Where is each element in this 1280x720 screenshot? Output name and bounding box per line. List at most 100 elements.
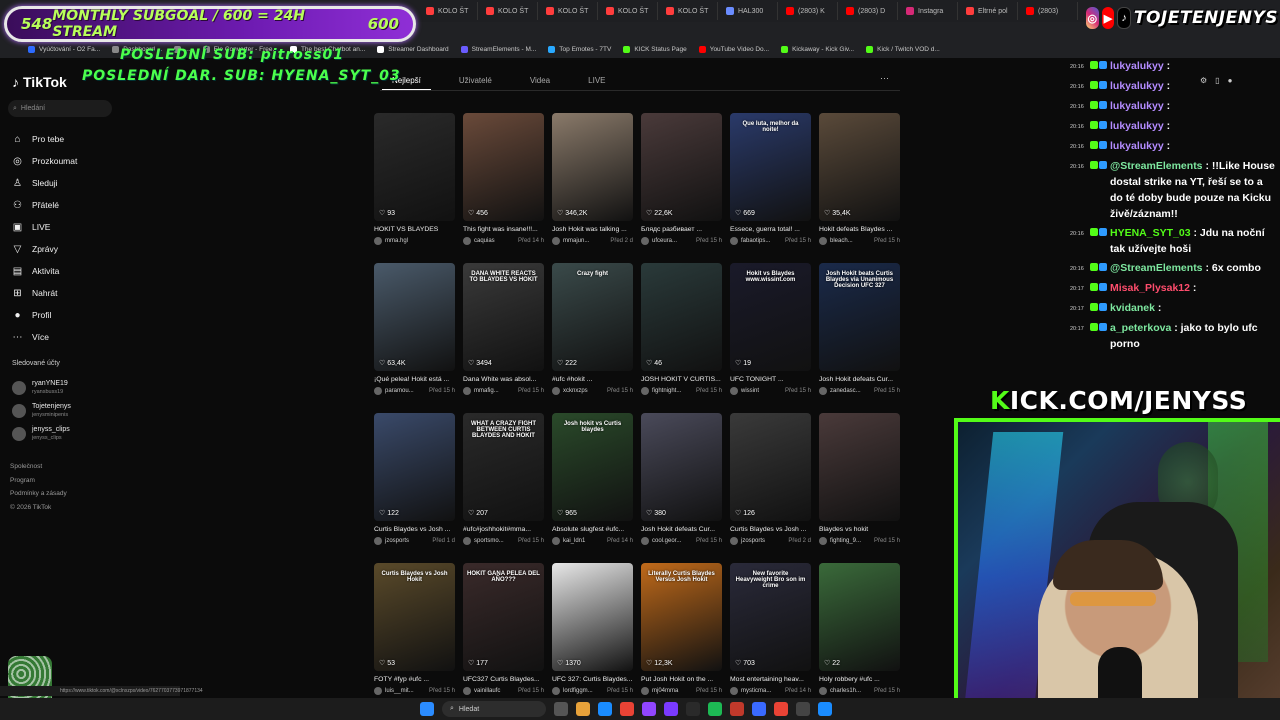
video-author[interactable]: mma.hgl <box>385 238 408 244</box>
video-title[interactable]: Блядс разбивает ... <box>641 226 722 233</box>
followed-account[interactable]: jenyss_clips jenyss_clips <box>12 422 116 445</box>
tab-uživatelé[interactable]: Uživatelé <box>459 70 492 90</box>
video-author[interactable]: xcknxzps <box>563 388 588 394</box>
search-input[interactable]: ⌕ Hledání <box>8 100 112 117</box>
video-author[interactable]: lordfiggm... <box>563 688 593 694</box>
chat-user-icon[interactable]: ● <box>1228 76 1233 85</box>
video-title[interactable]: HOKIT VS BLAYDES <box>374 226 455 233</box>
video-card[interactable]: Curtis Blaydes vs Josh Hokit ♡ 53 FOTY #fy… <box>374 563 455 713</box>
video-thumbnail[interactable]: ♡ 93 <box>374 113 455 221</box>
chat-username[interactable]: Misak_Plysak12 <box>1110 282 1190 294</box>
video-title[interactable]: Josh Hokit was talking ... <box>552 226 633 233</box>
video-thumbnail[interactable]: ♡ 22 <box>819 563 900 671</box>
file-explorer-icon[interactable] <box>576 702 590 716</box>
video-card[interactable]: ♡ 456 This fight was insane!!!... caquias P… <box>463 113 544 263</box>
video-thumbnail[interactable]: Josh hokit vs Curtis blaydes ♡ 965 <box>552 413 633 521</box>
video-author[interactable]: bleach... <box>830 238 853 244</box>
bookmark-item[interactable]: Kickaway - Kick Giv... <box>781 45 854 53</box>
video-card[interactable]: ♡ 63,4K ¡Qué pelea! Hokit está ... paramou… <box>374 263 455 413</box>
bookmark-item[interactable]: Streamer Dashboard <box>377 45 449 53</box>
video-title[interactable]: Dana White was absol... <box>463 376 544 383</box>
video-card[interactable]: ♡ 22 Holy robbery #ufc ... charles1h... Pře… <box>819 563 900 713</box>
chat-username[interactable]: HYENA_SYT_03 <box>1110 227 1191 239</box>
video-thumbnail[interactable]: ♡ 1370 <box>552 563 633 671</box>
video-card[interactable]: HOKIT GANA PELEA DEL AÑO??? ♡ 177 UFC327 C… <box>463 563 544 713</box>
video-author[interactable]: mysticma... <box>741 688 771 694</box>
video-title[interactable]: Holy robbery #ufc ... <box>819 676 900 683</box>
video-card[interactable]: WHAT A CRAZY FIGHT BETWEEN CURTIS BLAYDE… <box>463 413 544 563</box>
more-options-icon[interactable]: ··· <box>880 73 889 83</box>
video-card[interactable]: Josh Hokit beats Curtis Blaydes via Unan… <box>819 263 900 413</box>
bookmark-item[interactable]: Top Emotes - 7TV <box>548 45 611 53</box>
video-card[interactable]: Literally Curtis Blaydes Versus Josh Hok… <box>641 563 722 713</box>
video-title[interactable]: Absolute slugfest #ufc... <box>552 526 633 533</box>
browser-tab[interactable]: Eltrné pol <box>960 2 1018 20</box>
chat-username[interactable]: @StreamElements <box>1110 160 1203 172</box>
tab-videa[interactable]: Videa <box>530 70 550 90</box>
video-author[interactable]: mmajun... <box>563 238 589 244</box>
chrome-icon[interactable] <box>620 702 634 716</box>
edge-icon[interactable] <box>598 702 612 716</box>
browser-tab[interactable]: (2803) K <box>780 2 838 20</box>
app2-icon[interactable] <box>730 702 744 716</box>
video-title[interactable]: Curtis Blaydes vs Josh ... <box>730 526 811 533</box>
video-author[interactable]: paramou... <box>385 388 414 394</box>
video-thumbnail[interactable]: Josh Hokit beats Curtis Blaydes via Unan… <box>819 263 900 371</box>
video-thumbnail[interactable]: Curtis Blaydes vs Josh Hokit ♡ 53 <box>374 563 455 671</box>
browser-tab[interactable]: HAL300 <box>720 2 778 20</box>
video-card[interactable]: Hokit vs Blaydes www.wissint.com ♡ 19 UFC … <box>730 263 811 413</box>
obs-icon[interactable] <box>664 702 678 716</box>
video-card[interactable]: ♡ 122 Curtis Blaydes vs Josh ... jzosports… <box>374 413 455 563</box>
sidebar-item-profil[interactable]: ● Profil <box>12 304 112 326</box>
chat-username[interactable]: lukyalukyy <box>1110 140 1164 152</box>
video-title[interactable]: JOSH HOKIT V CURTIS... <box>641 376 722 383</box>
video-author[interactable]: charles1h... <box>830 688 861 694</box>
browser-tab[interactable]: KOLO ŠT <box>600 2 658 20</box>
sidebar-item-více[interactable]: ⋯ Více <box>12 326 112 348</box>
bookmark-item[interactable]: StreamElements - M... <box>460 45 536 53</box>
chat-username[interactable]: @StreamElements <box>1110 262 1203 274</box>
video-author[interactable]: fighting_9... <box>830 538 861 544</box>
video-author[interactable]: jzosports <box>741 538 765 544</box>
video-title[interactable]: Essece, guerra total! ... <box>730 226 811 233</box>
video-card[interactable]: DANA WHITE REACTS TO BLAYDES VS HOKIT ♡ 3… <box>463 263 544 413</box>
video-title[interactable]: FOTY #fyp #ufc ... <box>374 676 455 683</box>
video-title[interactable]: Josh Hokit defeats Cur... <box>819 376 900 383</box>
chat-username[interactable]: a_peterkova <box>1110 322 1171 334</box>
browser-tab[interactable]: KOLO ŠT <box>420 2 478 20</box>
chat-username[interactable]: lukyalukyy <box>1110 60 1164 72</box>
video-thumbnail[interactable]: ♡ 380 <box>641 413 722 521</box>
terminal-icon[interactable] <box>686 702 700 716</box>
chat-username[interactable]: lukyalukyy <box>1110 80 1164 92</box>
video-thumbnail[interactable]: ♡ 22,6K <box>641 113 722 221</box>
video-thumbnail[interactable] <box>819 413 900 521</box>
video-thumbnail[interactable]: DANA WHITE REACTS TO BLAYDES VS HOKIT ♡ 3… <box>463 263 544 371</box>
video-thumbnail[interactable]: ♡ 35,4K <box>819 113 900 221</box>
video-card[interactable]: ♡ 46 JOSH HOKIT V CURTIS... fightnight... P… <box>641 263 722 413</box>
video-card[interactable]: ♡ 1370 UFC 327: Curtis Blaydes... lordfigg… <box>552 563 633 713</box>
video-title[interactable]: Curtis Blaydes vs Josh ... <box>374 526 455 533</box>
app4-icon[interactable] <box>818 702 832 716</box>
video-author[interactable]: ufceura... <box>652 238 677 244</box>
tiktok-logo[interactable]: ♪ TikTok <box>12 74 67 90</box>
video-title[interactable]: #ufc #hokit ... <box>552 376 633 383</box>
browser-tab[interactable]: KOLO ŠT <box>480 2 538 20</box>
browser-tab[interactable]: KOLO ŠT <box>660 2 718 20</box>
video-title[interactable]: UFC TONIGHT ... <box>730 376 811 383</box>
video-thumbnail[interactable]: New favorite Heavyweight Bro son im crim… <box>730 563 811 671</box>
bookmark-item[interactable]: KICK Status Page <box>623 45 687 53</box>
video-title[interactable]: Blaydes vs hokit <box>819 526 900 533</box>
app-icon[interactable] <box>642 702 656 716</box>
video-thumbnail[interactable]: ♡ 456 <box>463 113 544 221</box>
video-author[interactable]: mmafig... <box>474 388 499 394</box>
video-card[interactable]: ♡ 126 Curtis Blaydes vs Josh ... jzosports… <box>730 413 811 563</box>
video-title[interactable]: UFC 327: Curtis Blaydes... <box>552 676 633 683</box>
footer-link[interactable]: Společnost <box>10 460 67 474</box>
bookmark-item[interactable]: Vyúčtování - O2 Fa... <box>28 45 100 53</box>
sidebar-item-aktivita[interactable]: ▤ Aktivita <box>12 260 112 282</box>
video-title[interactable]: This fight was insane!!!... <box>463 226 544 233</box>
video-title[interactable]: Josh Hokit defeats Cur... <box>641 526 722 533</box>
video-author[interactable]: cool.geor... <box>652 538 681 544</box>
video-thumbnail[interactable]: ♡ 126 <box>730 413 811 521</box>
sidebar-item-nahrát[interactable]: ⊞ Nahrát <box>12 282 112 304</box>
